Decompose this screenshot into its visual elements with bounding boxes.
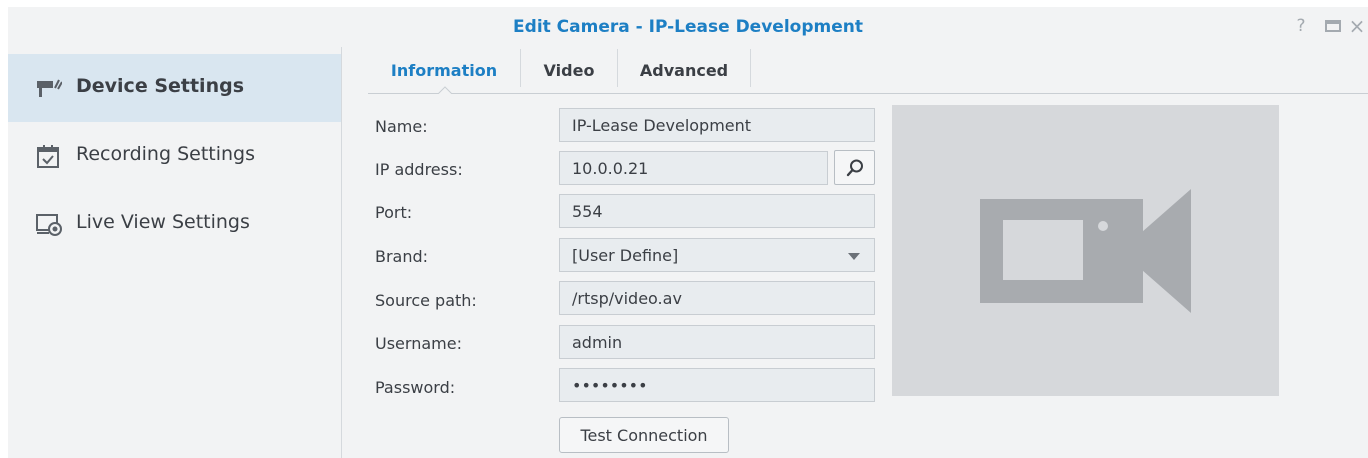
test-connection-button[interactable]: Test Connection <box>559 417 729 453</box>
edit-camera-window: Edit Camera - IP-Lease Development ? × D… <box>8 7 1368 458</box>
password-field[interactable]: •••••••• <box>559 368 875 402</box>
brand-value: [User Define] <box>572 245 679 265</box>
tab-advanced[interactable]: Advanced <box>618 47 750 93</box>
calendar-icon <box>37 145 59 168</box>
username-label: Username: <box>375 334 462 353</box>
source-path-field[interactable]: /rtsp/video.av <box>559 281 875 315</box>
active-tab-caret <box>438 86 452 94</box>
help-button[interactable]: ? <box>1290 15 1312 37</box>
camera-icon <box>37 79 62 97</box>
sidebar: Device Settings Recording Settings Live … <box>8 54 341 458</box>
source-path-label: Source path: <box>375 291 477 310</box>
monitor-icon <box>36 214 62 236</box>
sidebar-item-label: Live View Settings <box>76 211 250 233</box>
chevron-down-icon <box>848 253 860 260</box>
sidebar-item-device-settings[interactable]: Device Settings <box>8 54 341 122</box>
sidebar-item-recording-settings[interactable]: Recording Settings <box>8 122 341 190</box>
minimize-icon <box>1325 20 1341 32</box>
tab-video[interactable]: Video <box>521 47 617 93</box>
tab-separator <box>750 49 751 87</box>
ip-address-field[interactable]: 10.0.0.21 <box>559 151 828 185</box>
close-button[interactable]: × <box>1346 14 1368 38</box>
minimize-button[interactable] <box>1322 15 1344 37</box>
port-label: Port: <box>375 203 413 222</box>
ip-address-label: IP address: <box>375 160 463 179</box>
window-title: Edit Camera - IP-Lease Development <box>513 17 863 37</box>
username-field[interactable]: admin <box>559 325 875 359</box>
name-label: Name: <box>375 117 428 136</box>
brand-select[interactable]: [User Define] <box>559 238 875 272</box>
title-bar: Edit Camera - IP-Lease Development ? × <box>8 7 1368 47</box>
video-camera-icon <box>980 189 1191 313</box>
close-icon: × <box>1348 14 1366 38</box>
brand-label: Brand: <box>375 247 429 266</box>
port-field[interactable]: 554 <box>559 194 875 228</box>
help-icon: ? <box>1296 16 1306 36</box>
sidebar-item-live-view-settings[interactable]: Live View Settings <box>8 190 341 258</box>
sidebar-item-label: Recording Settings <box>76 143 255 165</box>
tab-underline <box>368 93 1368 94</box>
search-ip-button[interactable] <box>834 150 875 185</box>
password-label: Password: <box>375 378 456 397</box>
name-field[interactable]: IP-Lease Development <box>559 108 875 142</box>
camera-preview <box>892 105 1279 396</box>
sidebar-divider <box>341 47 342 458</box>
search-icon <box>846 159 863 176</box>
sidebar-item-label: Device Settings <box>76 75 245 97</box>
